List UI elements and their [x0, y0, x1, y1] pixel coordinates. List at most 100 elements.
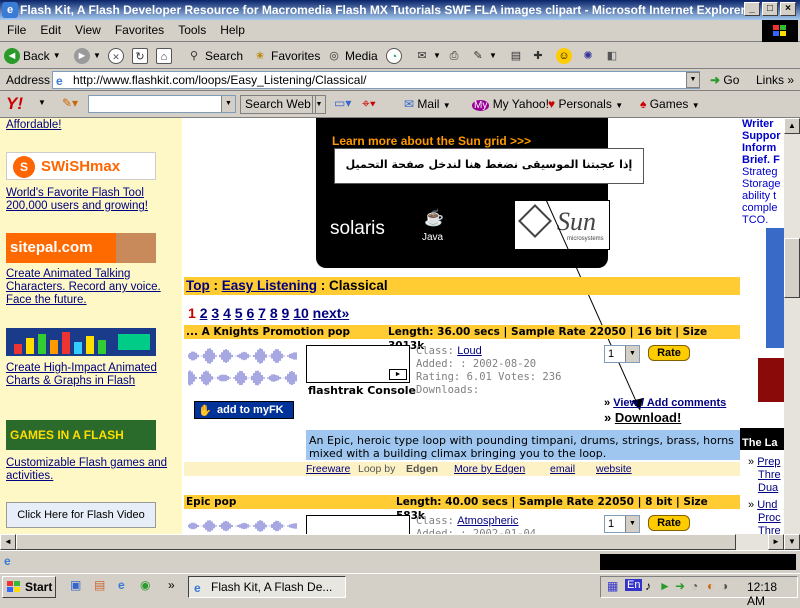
- maximize-button[interactable]: □: [762, 2, 778, 16]
- charts-banner[interactable]: [6, 328, 156, 356]
- show-desktop-icon[interactable]: ▣: [70, 578, 81, 592]
- word-icon[interactable]: ▤: [94, 578, 105, 592]
- stop-button[interactable]: ✕: [108, 46, 124, 66]
- media-button[interactable]: ◎ Media: [326, 46, 378, 66]
- scroll-up-arrow[interactable]: ▲: [784, 118, 800, 134]
- dropdown-arrow-icon[interactable]: ▼: [312, 95, 326, 114]
- breadcrumb-top-link[interactable]: Top: [186, 278, 210, 293]
- loop1-rate-button[interactable]: Rate: [648, 345, 690, 361]
- latest-link[interactable]: Dua: [758, 482, 778, 494]
- chevron-right-icon[interactable]: »: [168, 578, 175, 592]
- personals-button[interactable]: ♥ Personals ▼: [548, 97, 623, 111]
- yahoo-search-input[interactable]: ▼: [88, 95, 236, 113]
- dropdown-arrow-icon[interactable]: ▼: [221, 96, 235, 112]
- address-dropdown-arrow[interactable]: ▼: [686, 72, 700, 88]
- close-button[interactable]: ×: [780, 2, 796, 16]
- layout-icon[interactable]: ▭▾: [334, 96, 351, 110]
- play-tray-icon[interactable]: ►: [659, 579, 671, 593]
- play-icon[interactable]: ►: [389, 369, 407, 380]
- more-by-link[interactable]: More by Edgen: [454, 462, 525, 476]
- games-button[interactable]: ♠ Games ▼: [640, 97, 700, 111]
- email-link[interactable]: email: [550, 462, 575, 476]
- latest-link[interactable]: Prep: [757, 456, 780, 468]
- download-link[interactable]: Download!: [615, 410, 681, 425]
- right-ad-image[interactable]: [766, 228, 784, 348]
- charts-link[interactable]: Create High-Impact Animated Charts & Gra…: [6, 362, 178, 388]
- home-button[interactable]: ⌂: [156, 46, 172, 66]
- page-link-3[interactable]: 3: [211, 305, 219, 321]
- edit-button[interactable]: ✎ ▼: [470, 46, 497, 66]
- ie-quicklaunch-icon[interactable]: e: [118, 578, 125, 592]
- yahoo-logo[interactable]: Y!: [6, 94, 23, 114]
- sitepal-link[interactable]: Create Animated Talking Characters. Reco…: [6, 268, 178, 307]
- flash-video-button[interactable]: Click Here for Flash Video: [6, 502, 156, 528]
- mail-button[interactable]: ✉ ▼: [414, 46, 441, 66]
- back-button[interactable]: ◄ Back ▼: [4, 46, 61, 66]
- sitepal-banner[interactable]: sitepal.com: [6, 233, 156, 263]
- go-button[interactable]: ➜ Go: [710, 73, 739, 87]
- network-icon[interactable]: ▦: [607, 579, 618, 593]
- history-button[interactable]: ◔: [386, 46, 402, 66]
- loop1-class-link[interactable]: Loud: [457, 345, 481, 357]
- page-link-8[interactable]: 8: [270, 305, 278, 321]
- menu-favorites[interactable]: Favorites: [108, 20, 171, 40]
- settings-button[interactable]: ✺: [580, 46, 596, 66]
- media-quicklaunch-icon[interactable]: ◉: [140, 578, 150, 592]
- loop2-rating-select[interactable]: 1 ▼: [604, 515, 640, 533]
- scroll-left-arrow[interactable]: ◄: [0, 534, 16, 550]
- start-button[interactable]: Start: [2, 576, 56, 598]
- messenger-button[interactable]: ☺: [556, 46, 572, 66]
- minimize-button[interactable]: _: [744, 2, 760, 16]
- language-indicator[interactable]: En: [625, 579, 643, 591]
- page-link-7[interactable]: 7: [258, 305, 266, 321]
- page-link-9[interactable]: 9: [282, 305, 290, 321]
- latest-link[interactable]: Thre: [758, 469, 781, 481]
- forward-button[interactable]: ► ▼: [74, 46, 101, 66]
- loop1-rating-select[interactable]: 1 ▼: [604, 345, 640, 363]
- breadcrumb-easy-listening-link[interactable]: Easy Listening: [222, 278, 317, 293]
- refresh-button[interactable]: ↻: [132, 46, 148, 66]
- loop2-class-link[interactable]: Atmospheric: [457, 515, 518, 527]
- scroll-right-arrow[interactable]: ►: [768, 534, 784, 550]
- swish-link[interactable]: World's Favorite Flash Tool 200,000 user…: [6, 187, 178, 213]
- menu-edit[interactable]: Edit: [33, 20, 68, 40]
- extra-button[interactable]: ◧: [604, 46, 620, 66]
- latest-link[interactable]: Proc: [758, 512, 781, 524]
- crosshair-icon[interactable]: ⌖▾: [362, 95, 376, 112]
- search-button[interactable]: ⚲ Search: [186, 46, 243, 66]
- links-button[interactable]: Links »: [756, 73, 794, 87]
- affordable-link[interactable]: Affordable!: [6, 119, 178, 132]
- page-link-2[interactable]: 2: [200, 305, 208, 321]
- view-comments-link[interactable]: View / Add comments: [613, 397, 726, 409]
- website-link[interactable]: website: [596, 462, 632, 476]
- add-to-myfk-button[interactable]: ✋ add to myFK: [194, 401, 294, 419]
- scroll-down-arrow[interactable]: ▼: [784, 534, 800, 550]
- menu-tools[interactable]: Tools: [171, 20, 213, 40]
- horizontal-scrollbar[interactable]: ◄ ►: [0, 534, 784, 550]
- research-button[interactable]: ✚: [530, 46, 546, 66]
- clock[interactable]: 12:18 AM: [747, 580, 797, 608]
- games-link[interactable]: Customizable Flash games and activities.: [6, 457, 178, 483]
- search-web-button[interactable]: Search Web: [240, 95, 316, 114]
- vertical-scroll-thumb[interactable]: [784, 238, 800, 298]
- loop2-rate-button[interactable]: Rate: [648, 515, 690, 531]
- page-link-10[interactable]: 10: [293, 305, 309, 321]
- my-yahoo-button[interactable]: My My Yahoo!: [472, 97, 549, 111]
- tray-icon[interactable]: ◑: [721, 579, 728, 593]
- taskbar-ie-window[interactable]: e Flash Kit, A Flash De...: [188, 576, 346, 598]
- menu-view[interactable]: View: [68, 20, 108, 40]
- address-input[interactable]: e http://www.flashkit.com/loops/Easy_Lis…: [52, 71, 700, 89]
- next-page-link[interactable]: next»: [313, 305, 350, 321]
- yahoo-mail-button[interactable]: ✉ Mail ▼: [404, 97, 451, 111]
- speaker-icon[interactable]: ♪: [645, 579, 651, 593]
- swish-logo[interactable]: S SWiSHmax: [6, 152, 156, 180]
- menu-file[interactable]: File: [0, 20, 33, 40]
- right-ad-text[interactable]: Writer Suppor Inform Brief. F Strateg St…: [742, 118, 781, 226]
- loop1-player[interactable]: ►: [306, 345, 410, 383]
- discuss-button[interactable]: ▤: [508, 46, 524, 66]
- tray-icon[interactable]: ◐: [707, 579, 714, 593]
- page-link-6[interactable]: 6: [246, 305, 254, 321]
- games-banner[interactable]: GAMES IN A FLASH: [6, 420, 156, 450]
- page-link-5[interactable]: 5: [235, 305, 243, 321]
- page-link-4[interactable]: 4: [223, 305, 231, 321]
